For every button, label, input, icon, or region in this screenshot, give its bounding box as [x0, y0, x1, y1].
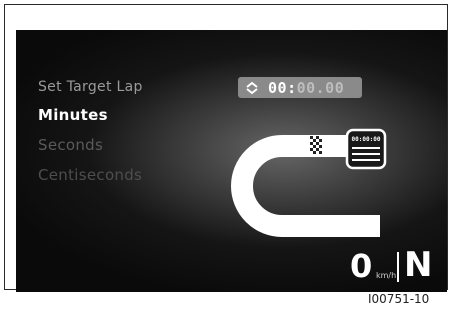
speed-unit: km/h	[376, 271, 397, 280]
lap-timer-badge: 00:00:00	[345, 128, 387, 170]
time-rest: 00.00	[296, 78, 345, 97]
target-time-field[interactable]: 00:00.00	[238, 77, 362, 98]
menu-item-minutes[interactable]: Minutes	[38, 106, 108, 124]
speed-readout: 0	[350, 247, 373, 285]
time-minutes: 00	[268, 78, 288, 97]
menu-title: Set Target Lap	[38, 79, 143, 95]
figure-code: I00751-10	[368, 292, 430, 306]
gear-indicator: N	[404, 245, 433, 285]
checkered-flag-icon	[310, 136, 322, 156]
menu-item-centiseconds[interactable]: Centiseconds	[38, 166, 142, 184]
time-separator: :	[287, 78, 297, 97]
target-time-value: 00:00.00	[268, 79, 344, 97]
menu-item-seconds[interactable]: Seconds	[38, 136, 103, 154]
gear-divider	[397, 252, 399, 282]
dashboard-screen: Set Target Lap Minutes Seconds Centiseco…	[16, 30, 447, 292]
timer-badge-text: 00:00:00	[352, 136, 381, 143]
up-down-arrows-icon	[246, 81, 258, 94]
lap-track-icon: 00:00:00	[231, 128, 387, 237]
